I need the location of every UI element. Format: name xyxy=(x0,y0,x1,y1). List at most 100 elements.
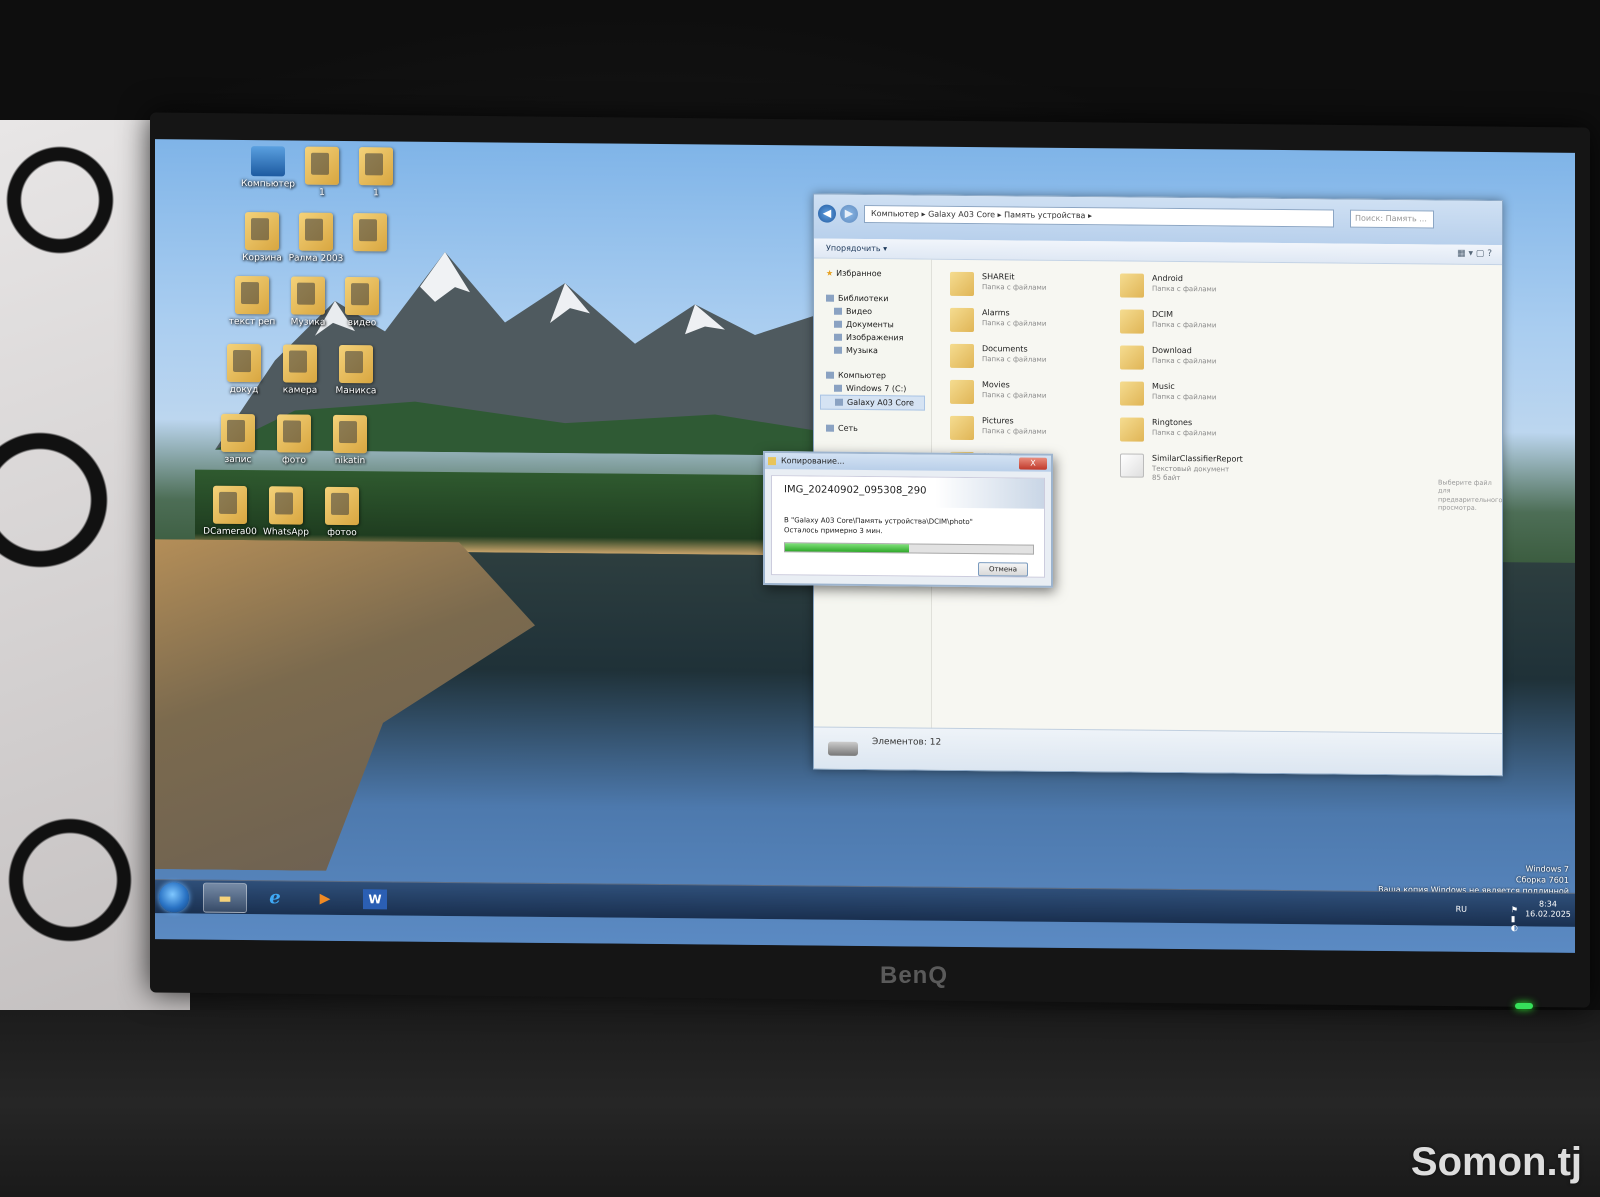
desktop-icon-label: видео xyxy=(347,318,377,329)
taskbar-ie-icon[interactable]: e xyxy=(253,883,297,913)
clock[interactable]: 8:34 16.02.2025 xyxy=(1525,899,1571,920)
start-button[interactable] xyxy=(159,882,189,913)
view-options-icon[interactable]: ▦ ▾ ▢ ? xyxy=(1457,249,1492,259)
nav-label: Компьютер xyxy=(838,370,886,381)
tray-icons[interactable]: ⚑ ▮ ◐ xyxy=(1511,905,1521,932)
folder-icon xyxy=(245,212,279,251)
file-name: Alarms xyxy=(982,308,1010,318)
file-type: Папка с файлами xyxy=(1152,284,1217,294)
copy-icon xyxy=(768,457,776,466)
organize-button[interactable]: Упорядочить ▾ xyxy=(826,244,887,254)
folder-icon xyxy=(1120,309,1144,334)
nav-item-icon xyxy=(834,384,842,392)
folder-icon xyxy=(325,486,359,526)
folder-icon xyxy=(345,277,379,316)
nav-item[interactable]: Изображения xyxy=(820,331,925,345)
file-type: Папка с файлами xyxy=(1152,356,1217,366)
power-led xyxy=(1515,1003,1533,1009)
desktop-icon[interactable]: Маникса xyxy=(321,344,391,397)
desktop-icon[interactable]: nikatin xyxy=(315,414,385,467)
language-indicator[interactable]: RU xyxy=(1456,905,1467,914)
breadcrumb-segment[interactable]: Память устройства xyxy=(1004,210,1085,220)
nav-item-label: Galaxy A03 Core xyxy=(847,397,914,408)
folder-icon xyxy=(235,275,269,315)
nav-item-icon xyxy=(834,320,842,328)
file-name: Ringtones xyxy=(1152,417,1193,428)
network-icon xyxy=(826,424,834,432)
folder-icon xyxy=(1120,345,1144,370)
copy-progress-dialog: Копирование... X IMG_20240902_095308_290… xyxy=(763,451,1053,588)
nav-item-label: Видео xyxy=(846,306,873,317)
folder-icon xyxy=(213,485,247,525)
nav-item[interactable]: Видео xyxy=(820,305,925,319)
folder-icon xyxy=(221,413,255,453)
taskbar-explorer-icon[interactable]: ▬ xyxy=(203,882,247,914)
file-type: Папка с файлами xyxy=(982,319,1047,328)
computer-icon xyxy=(251,146,285,177)
desk-surface xyxy=(0,1010,1600,1197)
nav-item-label: Документы xyxy=(846,319,894,330)
breadcrumb-segment[interactable]: Galaxy A03 Core xyxy=(928,210,995,220)
dialog-body: IMG_20240902_095308_290 В "Galaxy A03 Co… xyxy=(771,475,1045,578)
file-item[interactable]: SimilarClassifierReport Текстовый докумен… xyxy=(1120,451,1320,483)
search-input[interactable]: Поиск: Память ... xyxy=(1350,209,1434,229)
file-item[interactable]: Ringtones Папка с файлами xyxy=(1120,415,1320,447)
folder-icon xyxy=(269,486,303,525)
folder-icon xyxy=(299,212,333,251)
nav-item-label: Изображения xyxy=(846,332,904,343)
nav-item-icon xyxy=(835,398,843,406)
breadcrumb-chevron-icon[interactable]: ▸ xyxy=(1085,211,1092,220)
cancel-button[interactable]: Отмена xyxy=(978,562,1028,577)
nav-item-label: Windows 7 (C:) xyxy=(846,383,907,394)
desktop-icon[interactable] xyxy=(335,213,405,255)
breadcrumb-segment[interactable]: Компьютер xyxy=(871,209,919,218)
item-count: Элементов: 12 xyxy=(872,737,942,748)
nav-favorites[interactable]: ★ Избранное xyxy=(820,267,925,281)
nav-item[interactable]: Windows 7 (C:) xyxy=(820,382,925,396)
drive-icon xyxy=(828,741,858,756)
file-item[interactable]: Music Папка с файлами xyxy=(1120,379,1320,411)
desktop-icon[interactable]: 1 xyxy=(341,147,411,199)
back-icon[interactable]: ◀ xyxy=(818,204,836,223)
nav-libraries[interactable]: Библиотеки xyxy=(820,292,925,306)
file-name: Documents xyxy=(982,344,1028,354)
file-name: SimilarClassifierReport xyxy=(1152,453,1243,464)
breadcrumb-chevron-icon[interactable]: ▸ xyxy=(919,210,928,219)
breadcrumb-chevron-icon[interactable]: ▸ xyxy=(995,210,1004,219)
nav-network[interactable]: Сеть xyxy=(820,422,925,436)
nav-item[interactable]: Музыка xyxy=(820,344,925,358)
file-item[interactable]: DCIM Папка с файлами xyxy=(1120,307,1320,339)
desktop-icon[interactable]: фотоо xyxy=(307,486,377,539)
desktop-icon-label: nikatin xyxy=(334,455,366,467)
nav-label: Сеть xyxy=(838,423,858,433)
file-name: Pictures xyxy=(982,416,1014,426)
file-type: Папка с файлами xyxy=(982,427,1047,436)
clock-time: 8:34 xyxy=(1539,899,1557,909)
desktop-icon-label: Ралма 2003 xyxy=(288,253,344,264)
file-name: Music xyxy=(1152,381,1175,391)
taskbar-media-player-icon[interactable]: ▶ xyxy=(303,884,347,914)
folder-icon xyxy=(353,213,387,252)
nav-item[interactable]: Документы xyxy=(820,318,925,332)
progress-fill xyxy=(785,543,909,553)
address-bar[interactable]: Компьютер ▸ Galaxy A03 Core ▸ Память уст… xyxy=(864,204,1334,228)
nav-item[interactable]: Galaxy A03 Core xyxy=(820,394,925,411)
folder-icon xyxy=(277,414,311,453)
folder-icon xyxy=(950,271,974,297)
file-item[interactable]: Download Папка с файлами xyxy=(1120,343,1320,375)
copy-progress-bar xyxy=(784,542,1034,555)
nav-item-icon xyxy=(834,333,842,341)
forward-icon[interactable]: ▶ xyxy=(840,204,858,223)
taskbar-word-icon[interactable]: W xyxy=(353,884,397,914)
file-item[interactable]: Android Папка с файлами xyxy=(1120,271,1320,303)
folder-icon xyxy=(950,343,974,369)
folder-icon xyxy=(291,276,325,315)
file-type: Папка с файлами xyxy=(1152,320,1217,330)
watermark: Somon.tj xyxy=(1410,1140,1582,1184)
library-icon xyxy=(826,294,834,302)
desktop-icon[interactable]: видео xyxy=(327,277,397,329)
folder-icon xyxy=(1120,417,1144,442)
nav-computer[interactable]: Компьютер xyxy=(820,369,925,383)
time-remaining: Осталось примерно 3 мин. xyxy=(784,526,883,536)
close-button[interactable]: X xyxy=(1019,457,1047,470)
